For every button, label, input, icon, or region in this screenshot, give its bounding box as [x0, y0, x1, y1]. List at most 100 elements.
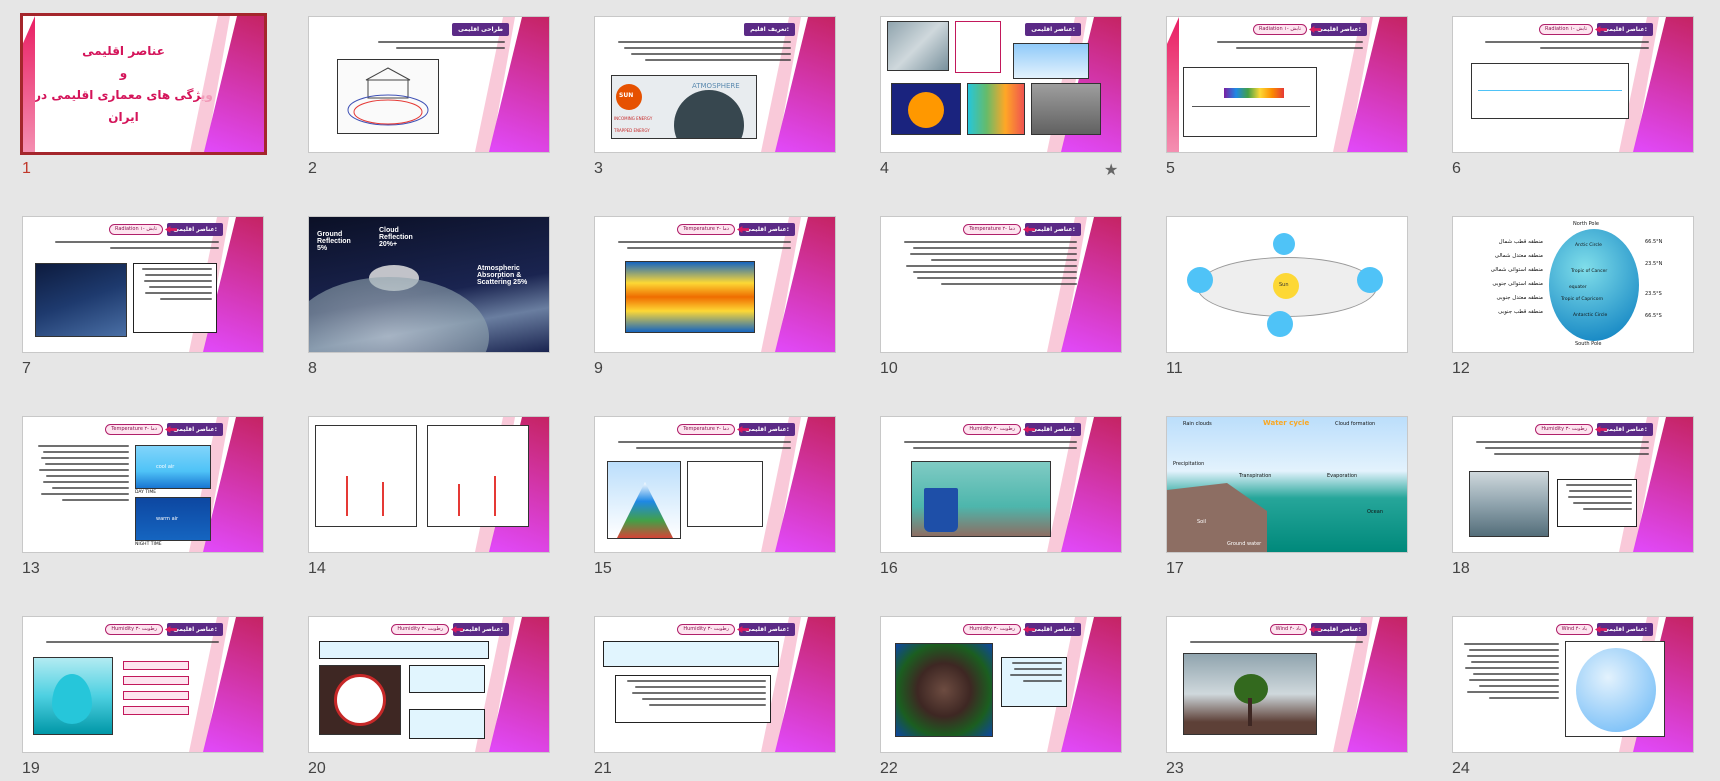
misty-forest-image — [1469, 471, 1549, 537]
slide-number: 12 — [1452, 360, 1470, 377]
slide-thumbnail-16[interactable]: عناصر اقلیمی: Humidity ۳- رطوبت 16 — [858, 400, 1126, 580]
transpiration-label: Transpiration — [1239, 473, 1272, 479]
slide-thumbnail-8[interactable]: Ground Reflection 5% Cloud Reflection 20… — [286, 200, 554, 380]
slide-subheading-pill: Temperature ۲- دما — [105, 424, 163, 435]
slide-subheading-pill: Wind ۴- باد — [1555, 624, 1593, 635]
slide-number: 24 — [1452, 760, 1470, 777]
slide-subheading-pill: Humidity ۳- رطوبت — [1535, 424, 1593, 435]
lat-23s-label: 23.5°S — [1645, 291, 1662, 297]
slide-number: 3 — [594, 160, 603, 177]
warm-air-label: warm air — [156, 516, 179, 522]
slide-number: 2 — [308, 160, 317, 177]
slide-thumbnail-6[interactable]: عناصر اقلیمی: Radiation ۱- تابش 6 — [1430, 0, 1698, 180]
zone-label: منطقه معتدل شمالی — [1494, 253, 1543, 259]
cloud-formation-label: Cloud formation — [1335, 421, 1376, 427]
lat-66n-label: 66.5°N — [1645, 239, 1663, 245]
mountain-temperature-image — [607, 461, 681, 539]
slide-thumbnail-23[interactable]: عناصر اقلیمی: Wind ۴- باد 23 — [1144, 600, 1412, 780]
global-wind-globe-image — [1565, 641, 1665, 737]
slide-preview: Water cycle Rain clouds Cloud formation … — [1166, 416, 1408, 553]
slide-thumbnail-1[interactable]: عناصر اقلیمی و ویژگی های معماری اقلیمی د… — [0, 0, 268, 180]
text-box — [319, 641, 489, 659]
text-box — [1557, 479, 1637, 527]
north-pole-label: North Pole — [1573, 221, 1599, 227]
slide-subheading-pill: Humidity ۳- رطوبت — [963, 624, 1021, 635]
lat-66s-label: 66.5°S — [1645, 313, 1662, 319]
slide-title-line: و — [119, 66, 128, 80]
evaporation-label: Evaporation — [1327, 473, 1358, 479]
slide-subheading-pill: Humidity ۳- رطوبت — [963, 424, 1021, 435]
text-lines — [1181, 41, 1363, 53]
slide-thumbnail-5[interactable]: عناصر اقلیمی: Radiation ۱- تابش 5 — [1144, 0, 1412, 180]
slide-preview: طراحی اقلیمی — [308, 16, 550, 153]
slide-thumbnail-18[interactable]: عناصر اقلیمی: Humidity ۳- رطوبت 18 — [1430, 400, 1698, 580]
day-breeze-image: cool air — [135, 445, 211, 489]
text-lines — [895, 441, 1077, 453]
slide-thumbnail-3[interactable]: تعریف اقلیم: SUN ATMOSPHERE INCOMING ENE… — [572, 0, 840, 180]
slide-thumbnail-2[interactable]: طراحی اقلیمی 2 — [286, 0, 554, 180]
slide-thumbnail-22[interactable]: عناصر اقلیمی: Humidity ۳- رطوبت 22 — [858, 600, 1126, 780]
zone-label: منطقه استوائی شمالی — [1490, 267, 1543, 273]
slide-thumbnail-19[interactable]: عناصر اقلیمی: Humidity ۳- رطوبت 19 — [0, 600, 268, 780]
slide-number: 23 — [1166, 760, 1184, 777]
slide-title-line: ویژگی های معماری اقلیمی در ایران — [34, 88, 213, 124]
slide-preview: Sun — [1166, 216, 1408, 353]
slide-thumbnail-7[interactable]: عناصر اقلیمی: Radiation ۱- تابش 7 — [0, 200, 268, 380]
slide-number: 1 — [22, 160, 31, 177]
slide-preview: عناصر اقلیمی: Humidity ۳- رطوبت — [880, 416, 1122, 553]
slide-number: 5 — [1166, 160, 1175, 177]
slide-thumbnail-11[interactable]: Sun 11 — [1144, 200, 1412, 380]
slide-number: 17 — [1166, 560, 1184, 577]
slide-thumbnail-12[interactable]: منطقه قطب شمال منطقه معتدل شمالی منطقه ا… — [1430, 200, 1698, 380]
slide-preview: عناصر اقلیمی: Temperature ۲- دما — [594, 416, 836, 553]
slide-subheading-pill: Humidity ۳- رطوبت — [105, 624, 163, 635]
incoming-energy-label: INCOMING ENERGY — [614, 116, 653, 121]
slide-thumbnail-14[interactable]: 14 — [286, 400, 554, 580]
slide-thumbnail-10[interactable]: عناصر اقلیمی: Temperature ۲- دما 10 — [858, 200, 1126, 380]
lat-23n-label: 23.5°N — [1645, 261, 1663, 267]
slide-thumbnail-20[interactable]: عناصر اقلیمی: Humidity ۳- رطوبت 20 — [286, 600, 554, 780]
rain-clouds-label: Rain clouds — [1183, 421, 1212, 427]
slide-preview: عناصر اقلیمی: Humidity ۳- رطوبت — [880, 616, 1122, 753]
slide-number: 8 — [308, 360, 317, 377]
slide-preview — [308, 416, 550, 553]
windy-tree-image — [1183, 653, 1317, 735]
atmosphere-label: ATMOSPHERE — [692, 82, 740, 90]
slide-number: 11 — [1166, 360, 1183, 377]
slide-subheading-pill: Temperature ۲- دما — [963, 224, 1021, 235]
slide-subheading-pill: Radiation ۱- تابش — [1539, 24, 1593, 35]
sun-label: SUN — [619, 92, 634, 99]
slide-thumbnail-13[interactable]: عناصر اقلیمی: Temperature ۲- دما cool ai… — [0, 400, 268, 580]
slide-subheading-pill: Temperature ۲- دما — [677, 424, 735, 435]
slide-thumbnail-9[interactable]: عناصر اقلیمی: Temperature ۲- دما 9 — [572, 200, 840, 380]
slide-preview: عناصر اقلیمی: Radiation ۱- تابش — [1166, 16, 1408, 153]
slide-preview: منطقه قطب شمال منطقه معتدل شمالی منطقه ا… — [1452, 216, 1694, 353]
slide-preview: عناصر اقلیمی و ویژگی های معماری اقلیمی د… — [20, 13, 267, 155]
slide-thumbnail-15[interactable]: عناصر اقلیمی: Temperature ۲- دما 15 — [572, 400, 840, 580]
day-time-label: DAY TIME — [135, 490, 157, 495]
slide-thumbnail-4[interactable]: عناصر اقلیمی: 4 ★ — [858, 0, 1126, 180]
slide-thumbnail-24[interactable]: عناصر اقلیمی: Wind ۴- باد 24 — [1430, 600, 1698, 780]
wind-turbines-image — [1013, 43, 1089, 79]
slide-subheading-pill: Radiation ۱- تابش — [1253, 24, 1307, 35]
transition-star-icon: ★ — [1104, 160, 1119, 179]
sun-image — [891, 83, 961, 135]
slide-subheading-pill: Wind ۴- باد — [1269, 624, 1307, 635]
slide-heading-badge: تعریف اقلیم: — [744, 23, 795, 36]
inversion-diagram-left — [315, 425, 417, 527]
antarctic-circle-label: Antarctic Circle — [1573, 313, 1608, 318]
inversion-diagram-right — [427, 425, 529, 527]
zone-label: منطقه استوائی جنوبی — [1492, 281, 1543, 287]
slide-preview: عناصر اقلیمی: Temperature ۲- دما cool ai… — [22, 416, 264, 553]
slide-thumbnail-21[interactable]: عناصر اقلیمی: Humidity ۳- رطوبت 21 — [572, 600, 840, 780]
slide-preview: Ground Reflection 5% Cloud Reflection 20… — [308, 216, 550, 353]
slide-subheading-pill: Humidity ۳- رطوبت — [391, 624, 449, 635]
humidity-drop-image — [33, 657, 113, 735]
slide-preview: عناصر اقلیمی: Wind ۴- باد — [1166, 616, 1408, 753]
slide-decoration — [1167, 17, 1179, 152]
slide-title-line: عناصر اقلیمی — [82, 44, 165, 58]
slide-thumbnail-17[interactable]: Water cycle Rain clouds Cloud formation … — [1144, 400, 1412, 580]
tropic-of-cancer-label: Tropic of Cancer — [1571, 269, 1608, 274]
world-temperature-map — [625, 261, 755, 333]
text-box — [1001, 657, 1067, 707]
